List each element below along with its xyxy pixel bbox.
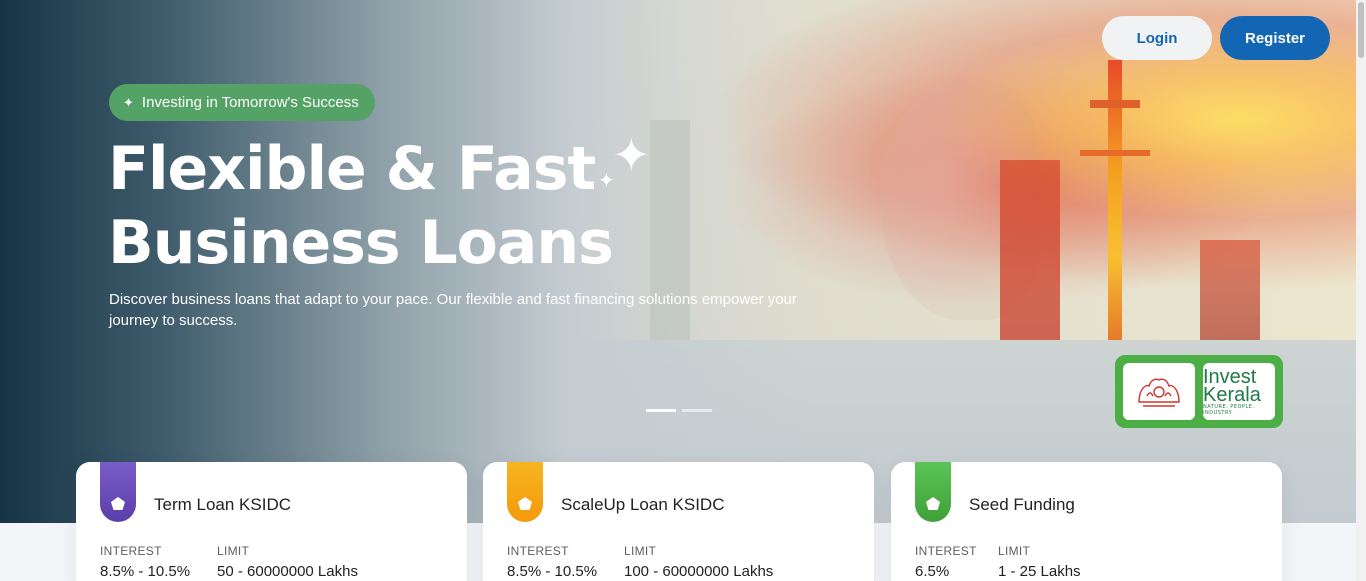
sparkle-icon: ✦ (123, 95, 134, 110)
carousel-dot-1[interactable] (646, 409, 676, 412)
hero-subtitle: Discover business loans that adapt to yo… (109, 291, 797, 329)
limit-label: LIMIT (217, 544, 250, 558)
carousel-dot-2[interactable] (682, 409, 712, 412)
pentagon-icon (518, 497, 532, 510)
sparkle-large-icon: ✦ (612, 128, 651, 182)
kerala-emblem-logo (1123, 363, 1195, 420)
hero-title-line2: Business Loans (108, 208, 614, 278)
kerala-emblem-icon (1138, 378, 1180, 407)
limit-label: LIMIT (998, 544, 1031, 558)
interest-label: INTEREST (100, 544, 162, 558)
carousel-indicators (646, 409, 712, 412)
interest-label: INTEREST (915, 544, 977, 558)
hero-banner: ✦ Investing in Tomorrow's Success Flexib… (0, 0, 1356, 523)
pentagon-icon (111, 497, 125, 510)
loan-badge (100, 462, 136, 522)
limit-value: 100 - 60000000 Lakhs (624, 563, 774, 580)
invest-kerala-line2: Kerala (1203, 383, 1261, 406)
hero-title: Flexible & Fast Business Loans (108, 132, 614, 280)
invest-kerala-logo: Invest Kerala NATURE. PEOPLE. INDUSTRY. (1203, 363, 1275, 420)
pentagon-icon (926, 497, 940, 510)
loan-card-seed-funding[interactable]: Seed Funding INTEREST LIMIT 6.5% 1 - 25 … (891, 462, 1282, 581)
loan-card-title: Seed Funding (969, 495, 1075, 514)
limit-value: 50 - 60000000 Lakhs (217, 563, 358, 580)
interest-value: 8.5% - 10.5% (100, 563, 191, 580)
scrollbar-thumb[interactable] (1358, 2, 1364, 58)
tagline-text: Investing in Tomorrow's Success (141, 94, 359, 111)
loan-card-title: Term Loan KSIDC (154, 495, 291, 514)
interest-value: 6.5% (915, 563, 950, 580)
tagline-pill: ✦ Investing in Tomorrow's Success (109, 84, 375, 121)
hero-title-line1: Flexible & Fast (108, 134, 596, 204)
invest-kerala-sub: NATURE. PEOPLE. INDUSTRY. (1203, 403, 1255, 416)
limit-value: 1 - 25 Lakhs (998, 563, 1081, 580)
limit-label: LIMIT (624, 544, 657, 558)
register-button[interactable]: Register (1220, 16, 1330, 60)
invest-kerala-line1: Invest (1203, 365, 1257, 388)
loan-card-title: ScaleUp Loan KSIDC (561, 495, 725, 514)
loan-badge (507, 462, 543, 522)
loan-card-term-loan[interactable]: Term Loan KSIDC INTEREST LIMIT 8.5% - 10… (76, 462, 467, 581)
login-button[interactable]: Login (1102, 16, 1212, 60)
sparkle-small-icon: ✦ (598, 168, 615, 192)
page-scrollbar[interactable] (1356, 0, 1366, 581)
partner-logos: Invest Kerala NATURE. PEOPLE. INDUSTRY. (1115, 355, 1283, 428)
interest-label: INTEREST (507, 544, 569, 558)
interest-value: 8.5% - 10.5% (507, 563, 598, 580)
loan-badge (915, 462, 951, 522)
loan-card-scaleup-loan[interactable]: ScaleUp Loan KSIDC INTEREST LIMIT 8.5% -… (483, 462, 874, 581)
